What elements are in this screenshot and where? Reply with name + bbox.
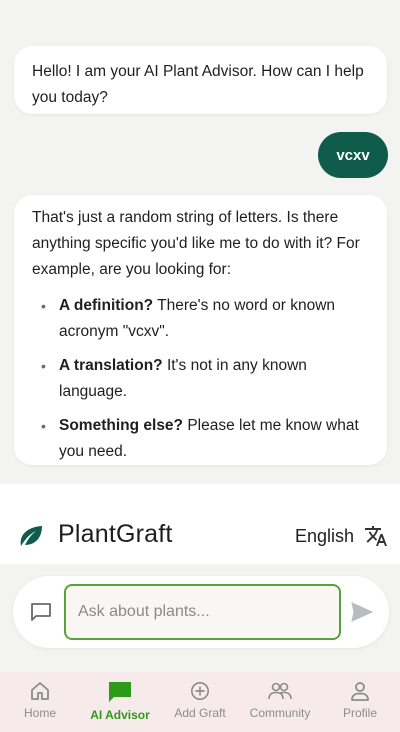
nav-community[interactable]: Community [240, 672, 320, 732]
ai-message-text: Hello! I am your AI Plant Advisor. How c… [32, 63, 364, 106]
nav-label: Add Graft [174, 706, 226, 720]
nav-home[interactable]: Home [0, 672, 80, 732]
nav-add-graft[interactable]: Add Graft [160, 672, 240, 732]
nav-profile[interactable]: Profile [320, 672, 400, 732]
list-item: • Something else? Please let me know wha… [32, 413, 369, 465]
nav-ai-advisor[interactable]: AI Advisor [80, 672, 160, 732]
bullet-icon: • [41, 358, 46, 374]
home-icon [31, 682, 49, 700]
bottom-navigation: Home AI Advisor Add Graft Community Prof… [0, 672, 400, 732]
list-item: • A translation? It's not in any known l… [32, 353, 369, 405]
chat-bubble-icon[interactable] [30, 602, 52, 622]
add-circle-icon [191, 682, 209, 700]
bullet-title: A definition? [59, 297, 154, 314]
list-item: • A definition? There's no word or known… [32, 293, 369, 345]
ai-message: That's just a random string of letters. … [14, 195, 387, 465]
ai-message: Hello! I am your AI Plant Advisor. How c… [14, 46, 387, 114]
bullet-icon: • [41, 418, 46, 434]
suggestion-list: • A definition? There's no word or known… [32, 293, 369, 465]
person-icon [351, 682, 369, 701]
nav-label: Community [249, 706, 311, 720]
nav-label: Profile [342, 706, 377, 720]
leaf-icon [20, 526, 42, 546]
language-selector[interactable]: English [295, 524, 388, 548]
people-icon [268, 682, 292, 700]
translate-icon [365, 526, 387, 546]
chat-screen: Hello! I am your AI Plant Advisor. How c… [0, 0, 400, 732]
ai-message-intro: That's just a random string of letters. … [32, 209, 360, 278]
ask-input[interactable] [64, 584, 341, 640]
send-icon[interactable] [350, 601, 374, 623]
app-title: PlantGraft [58, 520, 173, 548]
bullet-title: Something else? [59, 417, 184, 434]
chat-icon [109, 682, 131, 702]
user-message: vcxv [318, 132, 388, 178]
chat-messages[interactable]: Hello! I am your AI Plant Advisor. How c… [0, 0, 400, 484]
bullet-title: A translation? [59, 357, 163, 374]
nav-label: Home [23, 706, 56, 720]
user-message-text: vcxv [336, 146, 370, 164]
nav-label: AI Advisor [90, 708, 150, 722]
bullet-icon: • [41, 298, 46, 314]
language-label: English [294, 525, 354, 546]
